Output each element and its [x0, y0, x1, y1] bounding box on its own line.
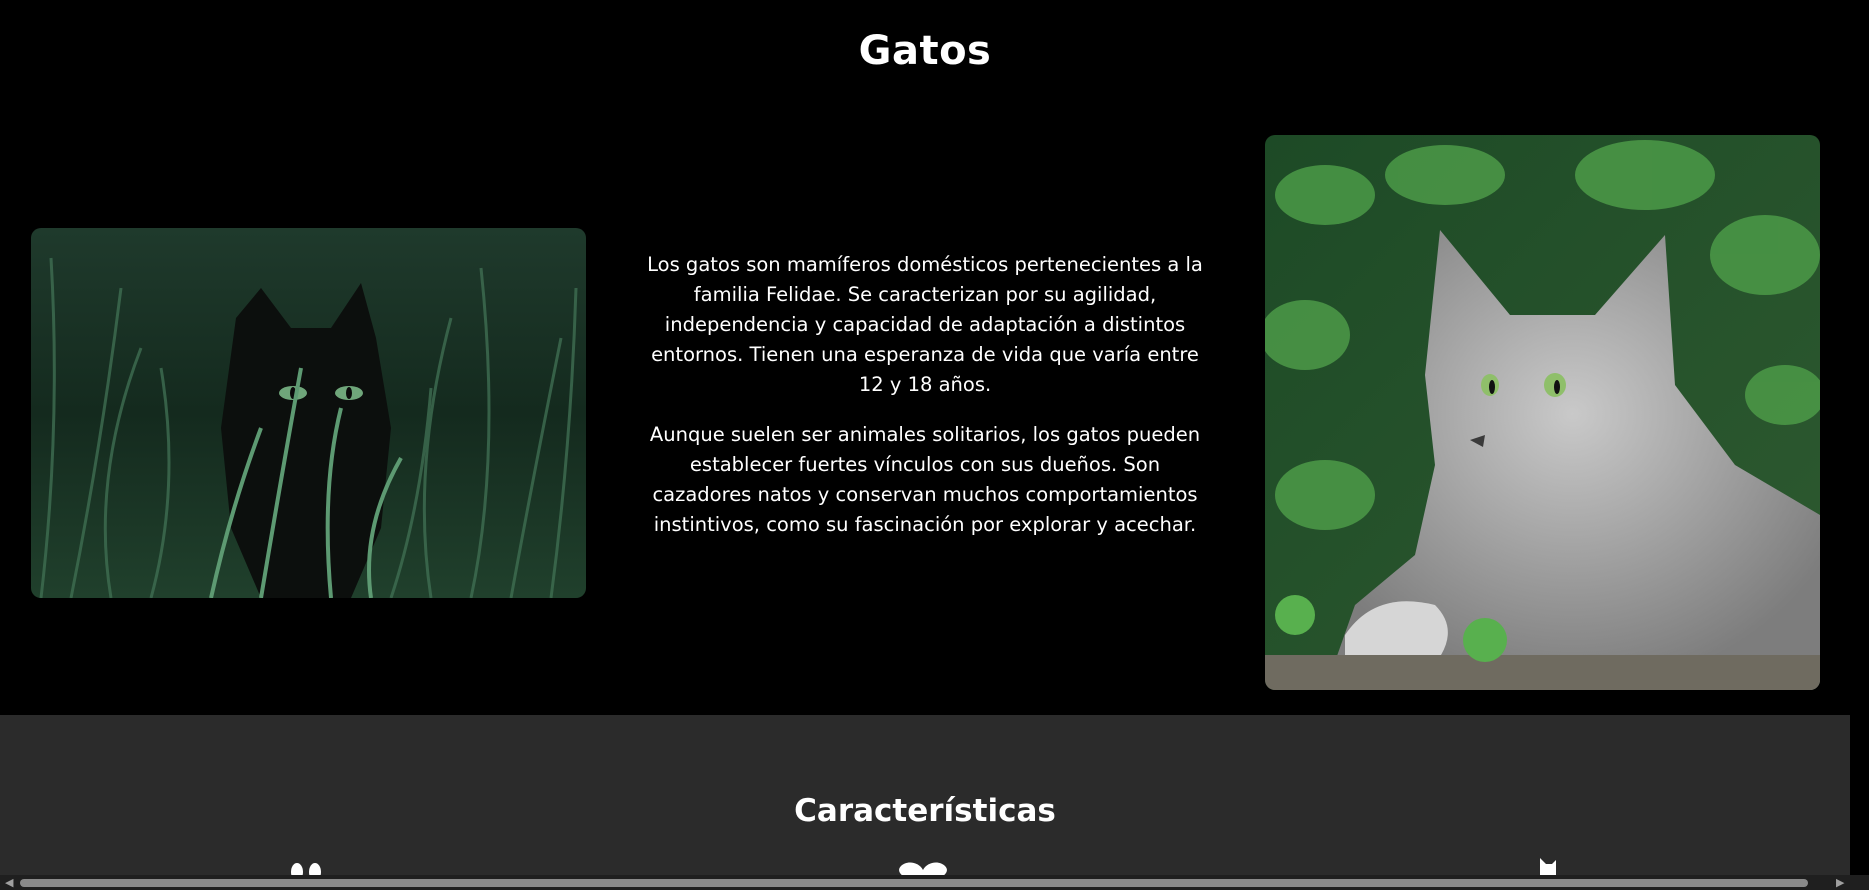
horizontal-scrollbar[interactable]: ◀ ▶: [0, 875, 1850, 890]
hero-description: Los gatos son mamíferos domésticos perte…: [640, 250, 1210, 560]
cat-icon: [1510, 858, 1556, 875]
features-section: Características: [0, 715, 1850, 875]
features-title: Características: [794, 793, 1056, 829]
horizontal-scrollbar-thumb[interactable]: [20, 879, 1808, 887]
black-cat-photo: [31, 228, 586, 598]
scroll-left-icon[interactable]: ◀: [5, 875, 13, 890]
behavior-paragraph: Aunque suelen ser animales solitarios, l…: [649, 423, 1201, 536]
heart-icon: [893, 858, 947, 875]
scrollbar-corner: [1850, 875, 1869, 890]
scroll-right-icon[interactable]: ▶: [1836, 875, 1844, 890]
page: Gatos Los gatos son mamíferos domésticos…: [0, 0, 1850, 875]
paw-icon: [285, 858, 331, 875]
intro-paragraph: Los gatos son mamíferos domésticos perte…: [647, 253, 1203, 396]
hero-section: Gatos Los gatos son mamíferos domésticos…: [0, 0, 1850, 715]
page-title: Gatos: [858, 28, 992, 74]
gray-cat-photo: [1265, 135, 1820, 690]
